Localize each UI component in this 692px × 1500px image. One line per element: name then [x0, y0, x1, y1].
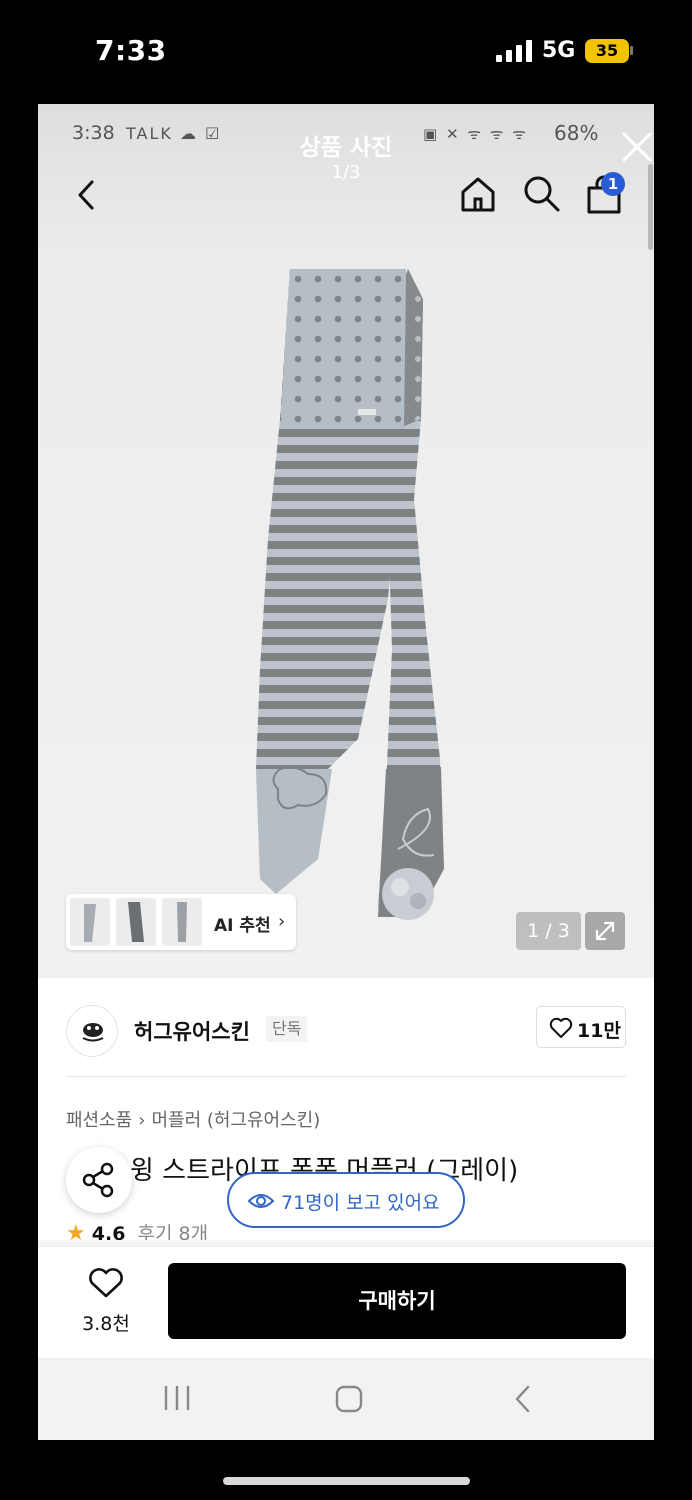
eye-icon	[247, 1194, 275, 1208]
ios-time: 7:33	[95, 34, 167, 67]
ios-home-indicator[interactable]	[223, 1477, 470, 1485]
heart-icon	[549, 1017, 573, 1038]
breadcrumb: 패션소품 › 머플러 (허그유어스킨)	[66, 1106, 320, 1132]
back-icon[interactable]	[74, 178, 100, 212]
exclusive-badge: 단독	[266, 1016, 308, 1042]
ai-thumb-2	[116, 898, 156, 946]
wish-count: 3.8천	[82, 1313, 130, 1335]
ai-recommend-label: AI 추천	[214, 916, 271, 936]
home-icon[interactable]	[458, 174, 498, 214]
app-screenshot: 3:38 TALK ☁ ☑ ▣ ✕ ᯤ ᯤ ᯤ 68% 상품 사진 1/3 1	[38, 104, 654, 1440]
battery-icon: 35	[585, 39, 629, 63]
scrollbar[interactable]	[648, 164, 653, 250]
breadcrumb-category[interactable]: 패션소품	[66, 1106, 132, 1132]
brand-row: 허그유어스킨 단독 11만	[38, 978, 654, 1076]
breadcrumb-subcategory[interactable]: 머플러 (허그유어스킨)	[151, 1106, 320, 1132]
ios-status-bar: 7:33 5G 35	[0, 0, 692, 104]
image-counter: 1 / 3	[516, 912, 581, 950]
heart-icon[interactable]	[88, 1267, 124, 1299]
android-home-icon[interactable]	[334, 1384, 364, 1414]
ai-thumb-1	[70, 898, 110, 946]
product-image-viewer[interactable]: 3:38 TALK ☁ ☑ ▣ ✕ ᯤ ᯤ ᯤ 68% 상품 사진 1/3 1	[38, 104, 654, 978]
expand-icon[interactable]	[585, 912, 625, 950]
cart-count-badge: 1	[601, 172, 625, 196]
ai-recommendation-chip[interactable]: AI 추천 ›	[66, 894, 296, 950]
viewer-title: 상품 사진	[299, 135, 393, 161]
close-icon[interactable]	[620, 130, 654, 164]
chevron-right-icon: ›	[278, 911, 286, 932]
recent-apps-icon[interactable]	[162, 1384, 192, 1412]
brand-like-count: 11만	[577, 1020, 621, 1042]
network-type: 5G	[542, 38, 576, 63]
ai-thumb-3	[162, 898, 202, 946]
viewing-now-text: 71명이 보고 있어요	[281, 1192, 440, 1214]
bottom-action-bar: 3.8천 구매하기	[38, 1246, 654, 1358]
search-icon[interactable]	[522, 174, 562, 214]
android-back-icon[interactable]	[512, 1384, 534, 1414]
divider	[66, 1076, 626, 1077]
share-button[interactable]	[66, 1147, 132, 1213]
brand-logo[interactable]	[66, 1005, 118, 1057]
brand-like-button[interactable]: 11만	[536, 1006, 626, 1048]
share-icon	[82, 1162, 114, 1198]
breadcrumb-separator: ›	[138, 1110, 146, 1131]
brand-name[interactable]: 허그유어스킨	[134, 1016, 250, 1046]
viewing-now-pill: 71명이 보고 있어요	[227, 1172, 465, 1228]
buy-button[interactable]: 구매하기	[168, 1263, 626, 1339]
battery-nub	[630, 46, 633, 55]
android-nav-bar	[38, 1358, 654, 1440]
product-image	[256, 269, 444, 920]
cellular-signal-icon	[496, 40, 532, 62]
